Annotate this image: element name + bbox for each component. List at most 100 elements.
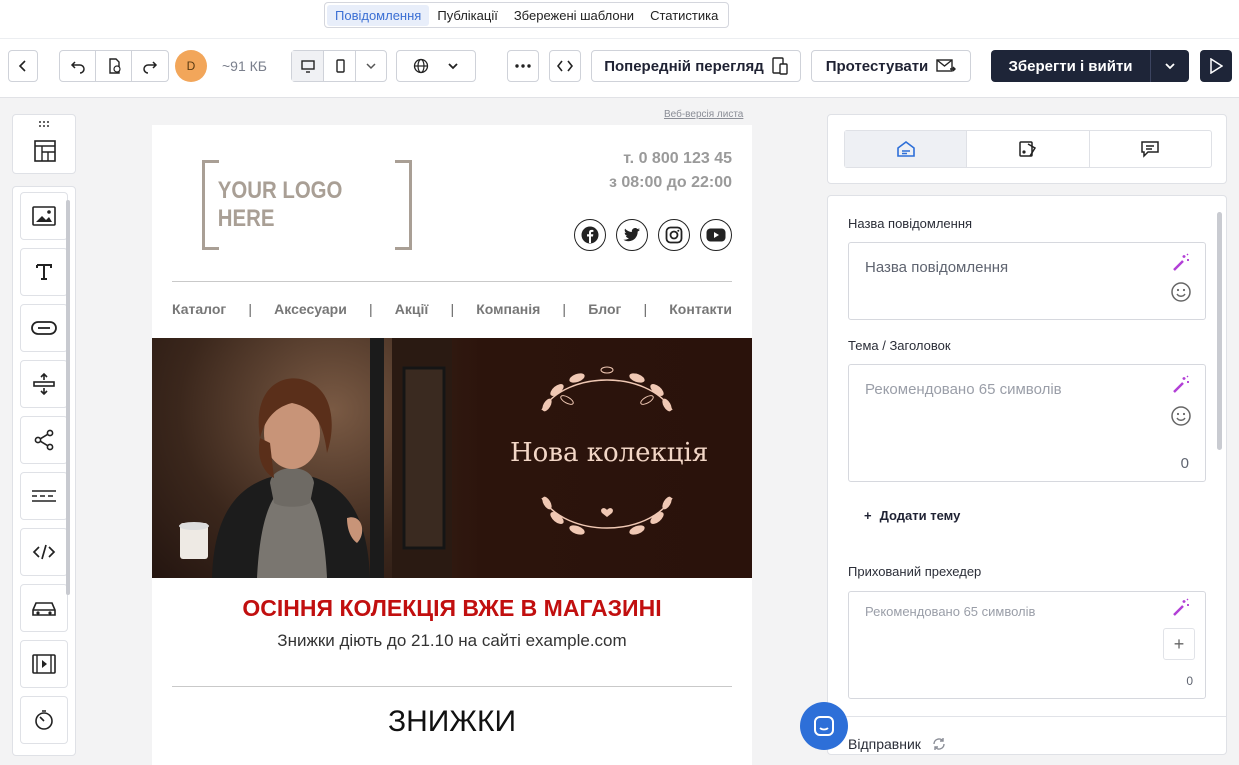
globe-icon xyxy=(413,58,429,74)
block-html[interactable] xyxy=(20,528,68,576)
send-button[interactable] xyxy=(1200,50,1232,82)
magic-wand-icon[interactable] xyxy=(1171,598,1191,618)
woman-photo-illustration xyxy=(179,338,452,578)
section-title[interactable]: ЗНИЖКИ xyxy=(152,705,752,739)
redo-button[interactable] xyxy=(132,51,168,81)
spacer-icon xyxy=(33,372,55,396)
settings-tabs xyxy=(844,130,1212,168)
history-button[interactable] xyxy=(96,51,132,81)
hero-banner[interactable]: Нова колекція xyxy=(152,338,752,578)
insert-button[interactable]: + xyxy=(1163,628,1195,660)
comment-icon xyxy=(1141,141,1160,158)
name-label: Назва повідомлення xyxy=(848,216,973,231)
tab-message-settings[interactable] xyxy=(845,131,968,167)
save-and-exit-button[interactable]: Зберегти і вийти xyxy=(991,50,1189,82)
content-divider xyxy=(172,686,732,687)
save-options-dropdown[interactable] xyxy=(1151,50,1189,82)
video-icon xyxy=(32,654,56,674)
language-dropdown[interactable] xyxy=(396,50,476,82)
mobile-view-button[interactable] xyxy=(324,51,356,81)
tab-comments[interactable] xyxy=(1090,131,1211,167)
menu-item-blog[interactable]: Блог xyxy=(588,301,621,317)
magic-wand-icon[interactable] xyxy=(1171,375,1191,395)
add-theme-label: Додати тему xyxy=(879,508,961,523)
layout-structure-icon[interactable] xyxy=(33,139,57,163)
button-icon xyxy=(31,321,57,335)
phone-number: т. 0 800 123 45 xyxy=(623,150,732,167)
email-headline[interactable]: ОСІННЯ КОЛЕКЦІЯ ВЖЕ В МАГАЗИНІ xyxy=(152,595,752,622)
floral-wreath-bottom-icon xyxy=(541,496,673,535)
product-icon xyxy=(32,602,56,616)
tab-messages[interactable]: Повідомлення xyxy=(327,4,430,26)
test-button[interactable]: Протестувати xyxy=(811,50,971,82)
menu-item-contacts[interactable]: Контакти xyxy=(669,301,732,317)
youtube-icon[interactable] xyxy=(700,219,732,251)
block-divider[interactable] xyxy=(20,472,68,520)
subject-label: Тема / Заголовок xyxy=(848,338,951,353)
top-navigation: Повідомлення Публікації Збережені шаблон… xyxy=(0,0,1239,47)
refresh-icon[interactable] xyxy=(931,736,947,752)
block-video[interactable] xyxy=(20,640,68,688)
logo-placeholder[interactable]: YOUR LOGO HERE xyxy=(218,160,397,250)
section-divider xyxy=(828,716,1226,717)
block-timer[interactable] xyxy=(20,696,68,744)
instagram-icon[interactable] xyxy=(658,219,690,251)
undo-button[interactable] xyxy=(60,51,96,81)
block-spacer[interactable] xyxy=(20,360,68,408)
emoji-icon[interactable] xyxy=(1170,405,1192,427)
facebook-icon[interactable] xyxy=(574,219,606,251)
web-version-link[interactable]: Веб-версія листа xyxy=(664,109,743,120)
block-text[interactable] xyxy=(20,248,68,296)
block-social[interactable] xyxy=(20,416,68,464)
device-switcher xyxy=(291,50,387,82)
email-menu: Каталог | Аксесуари | Акції | Компанія |… xyxy=(172,301,732,317)
preheader-field[interactable]: Рекомендовано 65 символів + 0 xyxy=(848,591,1206,699)
menu-item-company[interactable]: Компанія xyxy=(476,301,540,317)
floral-wreath-top-icon xyxy=(541,366,673,412)
magic-wand-icon[interactable] xyxy=(1171,253,1191,273)
back-button[interactable] xyxy=(8,50,38,82)
devices-icon xyxy=(772,57,788,75)
tab-appearance[interactable] xyxy=(967,131,1090,167)
drag-handle-icon[interactable] xyxy=(39,121,49,127)
preview-button[interactable]: Попередній перегляд xyxy=(591,50,801,82)
settings-tabs-panel xyxy=(827,114,1227,184)
avatar[interactable]: D xyxy=(175,50,207,82)
block-product[interactable] xyxy=(20,584,68,632)
desktop-view-button[interactable] xyxy=(292,51,324,81)
settings-scrollbar[interactable] xyxy=(1217,212,1222,450)
menu-item-catalog[interactable]: Каталог xyxy=(172,301,226,317)
email-subline[interactable]: Знижки діють до 21.10 на сайті example.c… xyxy=(152,631,752,651)
block-image[interactable] xyxy=(20,192,68,240)
hero-title: Нова колекція xyxy=(510,438,709,468)
test-label: Протестувати xyxy=(825,57,929,75)
subject-field[interactable]: Рекомендовано 65 символів 0 xyxy=(848,364,1206,482)
device-dropdown[interactable] xyxy=(356,51,386,81)
menu-separator: | xyxy=(368,301,373,317)
tab-publications[interactable]: Публікації xyxy=(429,5,505,26)
block-button[interactable] xyxy=(20,304,68,352)
facebook-icon xyxy=(581,226,599,244)
tab-statistics[interactable]: Статистика xyxy=(642,5,726,26)
add-theme-button[interactable]: + Додати тему xyxy=(864,508,960,523)
save-and-exit-label[interactable]: Зберегти і вийти xyxy=(991,50,1151,82)
menu-item-accessories[interactable]: Аксесуари xyxy=(274,301,347,317)
more-button[interactable] xyxy=(507,50,539,82)
contact-info: т. 0 800 123 45 з 08:00 до 22:00 xyxy=(609,147,732,195)
section-tabs: Повідомлення Публікації Збережені шаблон… xyxy=(324,2,730,28)
twitter-icon xyxy=(623,228,640,242)
image-icon xyxy=(32,206,56,226)
code-button[interactable] xyxy=(549,50,581,82)
blocks-scrollbar[interactable] xyxy=(66,200,70,595)
support-chat-button[interactable] xyxy=(800,702,848,750)
divider-icon xyxy=(32,490,56,502)
menu-separator: | xyxy=(643,301,648,317)
message-name-field[interactable]: Назва повідомлення xyxy=(848,242,1206,320)
tab-saved-templates[interactable]: Збережені шаблони xyxy=(506,5,642,26)
preview-label: Попередній перегляд xyxy=(604,57,764,75)
subject-char-count: 0 xyxy=(1180,455,1189,472)
emoji-icon[interactable] xyxy=(1170,281,1192,303)
email-canvas[interactable]: YOUR LOGO HERE т. 0 800 123 45 з 08:00 д… xyxy=(152,125,752,765)
menu-item-promotions[interactable]: Акції xyxy=(395,301,429,317)
twitter-icon[interactable] xyxy=(616,219,648,251)
